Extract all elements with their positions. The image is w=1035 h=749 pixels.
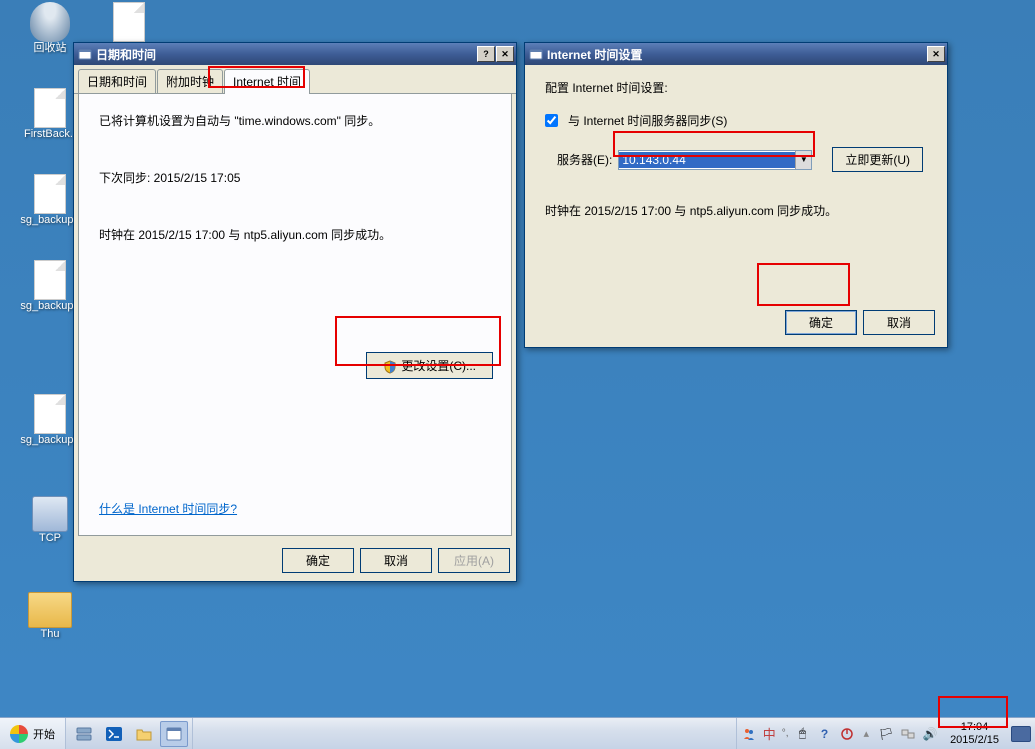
start-label: 开始 [33,726,55,742]
ime-indicator[interactable]: 中 [763,724,776,743]
icon-label: Thu [14,628,86,641]
internet-time-settings-window: Internet 时间设置 ✕ 配置 Internet 时间设置: 与 Inte… [524,42,948,348]
windows-logo-icon [10,725,28,743]
show-desktop-button[interactable] [1011,726,1031,742]
clock-date: 2015/2/15 [950,734,999,747]
file-icon [34,394,66,434]
date-time-window: 日期和时间 ? ✕ 日期和时间 附加时钟 Internet 时间 已将计算机设置… [73,42,517,582]
heading-text: 配置 Internet 时间设置: [545,79,927,96]
tray-network-icon[interactable] [900,726,916,742]
taskbar-app-datetime[interactable] [160,721,188,747]
close-button[interactable]: ✕ [927,46,945,62]
tab-internet-time[interactable]: Internet 时间 [224,69,310,94]
folder-icon [28,592,72,628]
ime-punct[interactable]: °, [782,728,789,739]
dialog-button-row: 确定 取消 [525,302,947,347]
titlebar[interactable]: 日期和时间 ? ✕ [74,43,516,65]
sync-status-text: 时钟在 2015/2/15 17:00 与 ntp5.aliyun.com 同步… [545,202,927,219]
tray-mouse-icon[interactable]: 🖱 [795,726,811,742]
tray-expand-icon[interactable]: ▴ [861,727,873,740]
file-icon [34,260,66,300]
app-icon [32,496,68,532]
calendar-icon [165,725,183,743]
folder-icon [135,725,153,743]
chevron-down-icon[interactable]: ▼ [795,151,811,169]
ql-explorer[interactable] [130,721,158,747]
sync-status-text: 时钟在 2015/2/15 17:00 与 ntp5.aliyun.com 同步… [99,226,491,243]
change-settings-button[interactable]: 更改设置(C)... [366,352,493,379]
file-icon [34,174,66,214]
tray-power-icon[interactable] [839,726,855,742]
help-button[interactable]: ? [477,46,495,62]
tab-body: 已将计算机设置为自动与 "time.windows.com" 同步。 下次同步:… [78,94,512,536]
taskbar: 开始 中 °, 🖱 ? ▴ 🏳 🔊 17:04 2015/2/15 [0,717,1035,749]
help-link[interactable]: 什么是 Internet 时间同步? [99,500,237,517]
tray-volume-icon[interactable]: 🔊 [922,726,938,742]
apply-button[interactable]: 应用(A) [438,548,510,573]
server-combobox[interactable]: 10.143.0.44 ▼ [618,150,812,170]
system-tray: 中 °, 🖱 ? ▴ 🏳 🔊 17:04 2015/2/15 [736,718,1035,749]
recycle-bin-icon [30,2,70,42]
tab-row: 日期和时间 附加时钟 Internet 时间 [74,65,516,94]
server-icon [75,725,93,743]
tray-users-icon[interactable] [741,726,757,742]
dialog-button-row: 确定 取消 应用(A) [74,540,516,581]
server-row: 服务器(E): 10.143.0.44 ▼ 立即更新(U) [557,147,927,172]
titlebar[interactable]: Internet 时间设置 ✕ [525,43,947,65]
clock-time: 17:04 [950,721,999,734]
tray-flag-icon[interactable]: 🏳 [878,726,894,742]
tab-additional-clocks[interactable]: 附加时钟 [157,69,223,93]
window-title: 日期和时间 [96,46,476,63]
shield-icon [383,360,397,374]
cancel-button[interactable]: 取消 [863,310,935,335]
next-sync-text: 下次同步: 2015/2/15 17:05 [99,169,491,186]
tray-help-icon[interactable]: ? [817,726,833,742]
ok-button[interactable]: 确定 [282,548,354,573]
server-value[interactable]: 10.143.0.44 [619,152,795,168]
taskbar-clock[interactable]: 17:04 2015/2/15 [944,719,1005,749]
file-icon [34,88,66,128]
window-icon [529,47,543,61]
checkbox-label: 与 Internet 时间服务器同步(S) [568,112,727,129]
sync-checkbox-row[interactable]: 与 Internet 时间服务器同步(S) [545,112,927,129]
window-icon [78,47,92,61]
cancel-button[interactable]: 取消 [360,548,432,573]
close-button[interactable]: ✕ [496,46,514,62]
quick-launch [66,718,193,749]
ql-server-manager[interactable] [70,721,98,747]
server-label: 服务器(E): [557,151,612,168]
sync-info-text: 已将计算机设置为自动与 "time.windows.com" 同步。 [99,112,491,129]
update-now-button[interactable]: 立即更新(U) [832,147,923,172]
start-button[interactable]: 开始 [0,718,66,749]
tab-datetime[interactable]: 日期和时间 [78,69,156,93]
dialog-body: 配置 Internet 时间设置: 与 Internet 时间服务器同步(S) … [525,65,947,302]
sync-checkbox[interactable] [545,114,558,127]
ok-button[interactable]: 确定 [785,310,857,335]
powershell-icon [105,725,123,743]
ql-powershell[interactable] [100,721,128,747]
desktop-icon-folder[interactable]: Thu [14,592,86,641]
file-icon [113,2,145,42]
window-title: Internet 时间设置 [547,46,926,63]
